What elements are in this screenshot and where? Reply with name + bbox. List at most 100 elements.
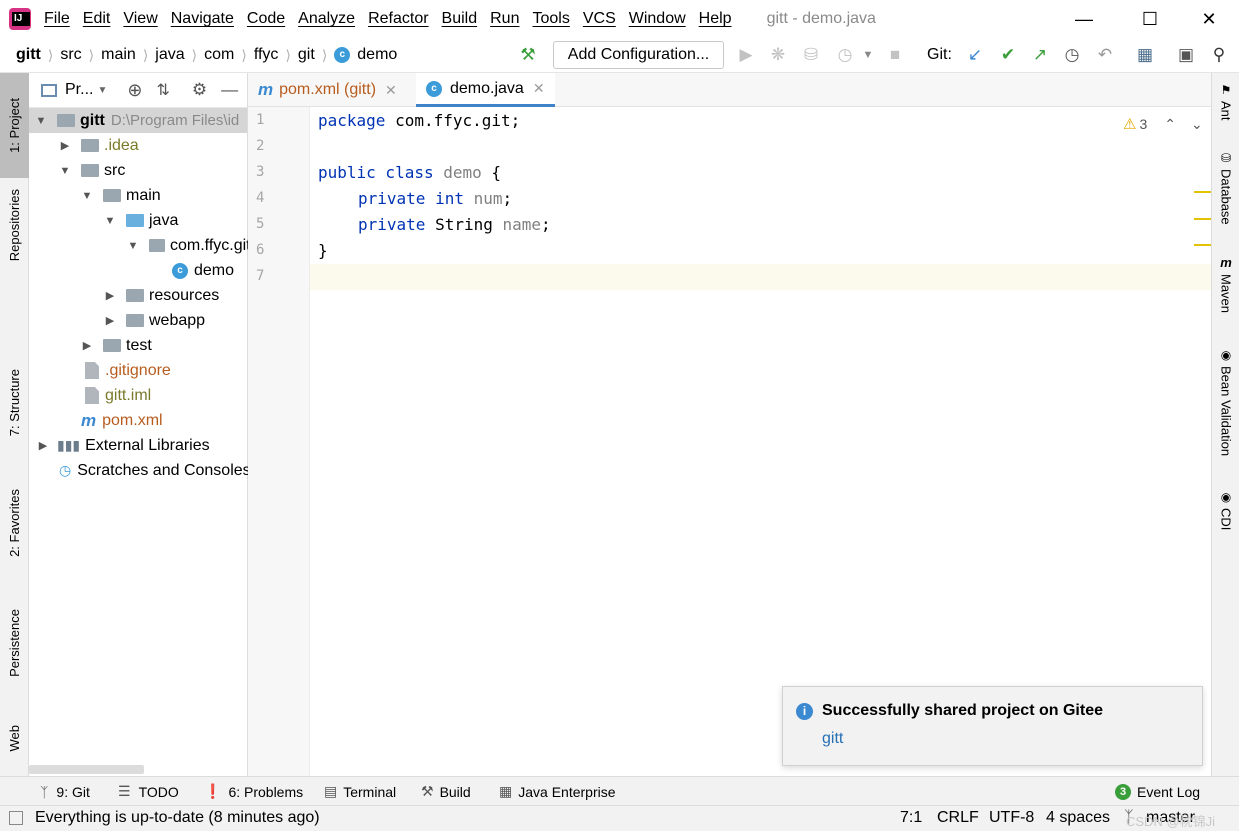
tree-item-demo[interactable]: c demo <box>172 258 234 283</box>
menu-run[interactable]: Run <box>490 10 519 28</box>
tab-cdi[interactable]: ◉ CDI <box>1212 490 1239 530</box>
debug-icon[interactable]: ❋ <box>767 44 789 66</box>
tree-item-root[interactable]: ▼ gitt D:\Program Files\id <box>29 108 247 133</box>
status-message[interactable]: Everything is up-to-date (8 minutes ago) <box>35 809 320 827</box>
menu-help[interactable]: Help <box>699 10 732 28</box>
chevron-down-icon[interactable]: ⌄ <box>1191 116 1203 133</box>
chevron-right-icon[interactable]: ▶ <box>104 314 116 327</box>
menu-code[interactable]: Code <box>247 10 285 28</box>
menu-navigate[interactable]: Navigate <box>171 10 234 28</box>
tool-windows-icon[interactable] <box>9 811 23 825</box>
breadcrumb-git[interactable]: git <box>298 46 315 64</box>
search-icon[interactable]: ⚲ <box>1208 44 1230 66</box>
warning-stripe-marker[interactable] <box>1194 218 1211 220</box>
breadcrumb-src[interactable]: src <box>60 46 81 64</box>
caret-position[interactable]: 7:1 <box>900 809 922 827</box>
tree-item-test[interactable]: ▶ test <box>81 333 152 358</box>
chevron-down-icon[interactable]: ▼ <box>81 190 93 202</box>
chevron-up-icon[interactable]: ⌃ <box>1164 116 1176 133</box>
menu-window[interactable]: Window <box>629 10 686 28</box>
stop-icon[interactable]: ■ <box>884 44 906 66</box>
profile-icon[interactable]: ◷ <box>834 44 856 66</box>
breadcrumb-java[interactable]: java <box>155 46 184 64</box>
git-rollback-icon[interactable]: ↶ <box>1094 44 1116 66</box>
menu-file[interactable]: File <box>44 10 70 28</box>
tab-repositories[interactable]: Repositories <box>0 183 29 268</box>
gear-icon[interactable]: ⚙ <box>192 80 207 100</box>
menu-refactor[interactable]: Refactor <box>368 10 428 28</box>
line-separator[interactable]: CRLF <box>937 809 979 827</box>
notification-link[interactable]: gitt <box>822 730 843 748</box>
chevron-down-icon[interactable]: ▼ <box>35 115 47 127</box>
close-icon[interactable]: ✕ <box>385 82 397 99</box>
tab-java-enterprise[interactable]: ▦ Java Enterprise <box>499 777 616 806</box>
tab-maven[interactable]: m Maven <box>1212 255 1239 313</box>
tab-project[interactable]: 1: Project <box>0 73 29 178</box>
tab-terminal[interactable]: ▤ Terminal <box>324 777 396 806</box>
chevron-right-icon[interactable]: ▶ <box>37 439 49 452</box>
breadcrumb-ffyc[interactable]: ffyc <box>254 46 279 64</box>
git-push-icon[interactable]: ↗ <box>1029 44 1051 66</box>
breadcrumb-demo[interactable]: demo <box>357 46 397 64</box>
chevron-down-icon[interactable]: ▼ <box>127 240 139 252</box>
horizontal-scrollbar[interactable] <box>29 765 144 774</box>
git-update-icon[interactable]: ↙ <box>964 44 986 66</box>
indent-setting[interactable]: 4 spaces <box>1046 809 1110 827</box>
tab-web[interactable]: Web <box>0 708 29 768</box>
close-icon[interactable]: ✕ <box>533 80 545 97</box>
tab-persistence[interactable]: Persistence <box>0 593 29 693</box>
menu-vcs[interactable]: VCS <box>583 10 616 28</box>
tab-favorites[interactable]: 2: Favorites <box>0 473 29 573</box>
tree-item-webapp[interactable]: ▶ webapp <box>104 308 205 333</box>
close-window-button[interactable]: ✕ <box>1186 0 1232 38</box>
maximize-button[interactable]: ☐ <box>1127 0 1173 38</box>
locate-icon[interactable]: ⊕ <box>127 80 142 101</box>
warning-stripe-marker[interactable] <box>1194 191 1211 193</box>
collapse-all-icon[interactable]: ⇅ <box>156 80 169 100</box>
tree-item-java[interactable]: ▼ java <box>104 208 179 233</box>
tab-build[interactable]: ⚒ Build <box>421 777 471 806</box>
tree-item-package[interactable]: ▼ com.ffyc.git <box>127 233 251 258</box>
breadcrumb-com[interactable]: com <box>204 46 234 64</box>
chevron-down-icon[interactable]: ▼ <box>97 85 107 96</box>
minimize-button[interactable]: — <box>1061 0 1107 38</box>
tab-event-log[interactable]: 3 Event Log <box>1115 777 1200 806</box>
project-view-selector[interactable]: Pr... <box>65 81 93 99</box>
chevron-right-icon[interactable]: ▶ <box>104 289 116 302</box>
add-configuration-button[interactable]: Add Configuration... <box>553 41 724 69</box>
tree-item-idea[interactable]: ▶ .idea <box>59 133 139 158</box>
code-editor[interactable]: package com.ffyc.git; public class demo … <box>310 107 1211 776</box>
tab-database[interactable]: ⛁ Database <box>1212 151 1239 225</box>
tree-item-src[interactable]: ▼ src <box>59 158 126 183</box>
git-commit-icon[interactable]: ✔ <box>997 44 1019 66</box>
breadcrumb-main[interactable]: main <box>101 46 136 64</box>
tab-bean-validation[interactable]: ◉ Bean Validation <box>1212 348 1239 456</box>
tree-item-main[interactable]: ▼ main <box>81 183 161 208</box>
chevron-right-icon[interactable]: ▶ <box>81 339 93 352</box>
project-structure-icon[interactable]: ▦ <box>1134 44 1156 66</box>
file-encoding[interactable]: UTF-8 <box>989 809 1034 827</box>
presentation-icon[interactable]: ▣ <box>1175 44 1197 66</box>
run-icon[interactable]: ▶ <box>735 44 757 66</box>
warning-stripe-marker[interactable] <box>1194 244 1211 246</box>
tree-item-external-libraries[interactable]: ▶ ▮▮▮ External Libraries <box>37 433 210 458</box>
breadcrumb-gitt[interactable]: gitt <box>16 46 41 64</box>
tab-ant[interactable]: ⚑ Ant <box>1212 83 1239 121</box>
inspection-widget[interactable]: ⚠ 3 ⌃ ⌄ <box>1123 115 1203 134</box>
tab-git[interactable]: ᛉ 9: Git <box>40 777 90 806</box>
build-hammer-icon[interactable]: ⚒ <box>517 44 539 66</box>
menu-build[interactable]: Build <box>442 10 478 28</box>
menu-tools[interactable]: Tools <box>532 10 569 28</box>
tab-problems[interactable]: ❗ 6: Problems <box>204 777 303 806</box>
hide-icon[interactable]: — <box>221 80 238 100</box>
tree-item-scratches[interactable]: ◷ Scratches and Consoles <box>59 458 251 483</box>
tree-item-pom[interactable]: m pom.xml <box>81 408 163 433</box>
chevron-down-icon[interactable]: ▼ <box>104 215 116 227</box>
tab-pom-xml[interactable]: m pom.xml (gitt) ✕ <box>248 73 414 107</box>
menu-analyze[interactable]: Analyze <box>298 10 355 28</box>
tab-todo[interactable]: ☰ TODO <box>118 777 179 806</box>
menu-edit[interactable]: Edit <box>83 10 111 28</box>
coverage-icon[interactable]: ⛁ <box>800 44 822 66</box>
chevron-right-icon[interactable]: ▶ <box>59 139 71 152</box>
tab-demo-java[interactable]: c demo.java ✕ <box>416 73 555 107</box>
